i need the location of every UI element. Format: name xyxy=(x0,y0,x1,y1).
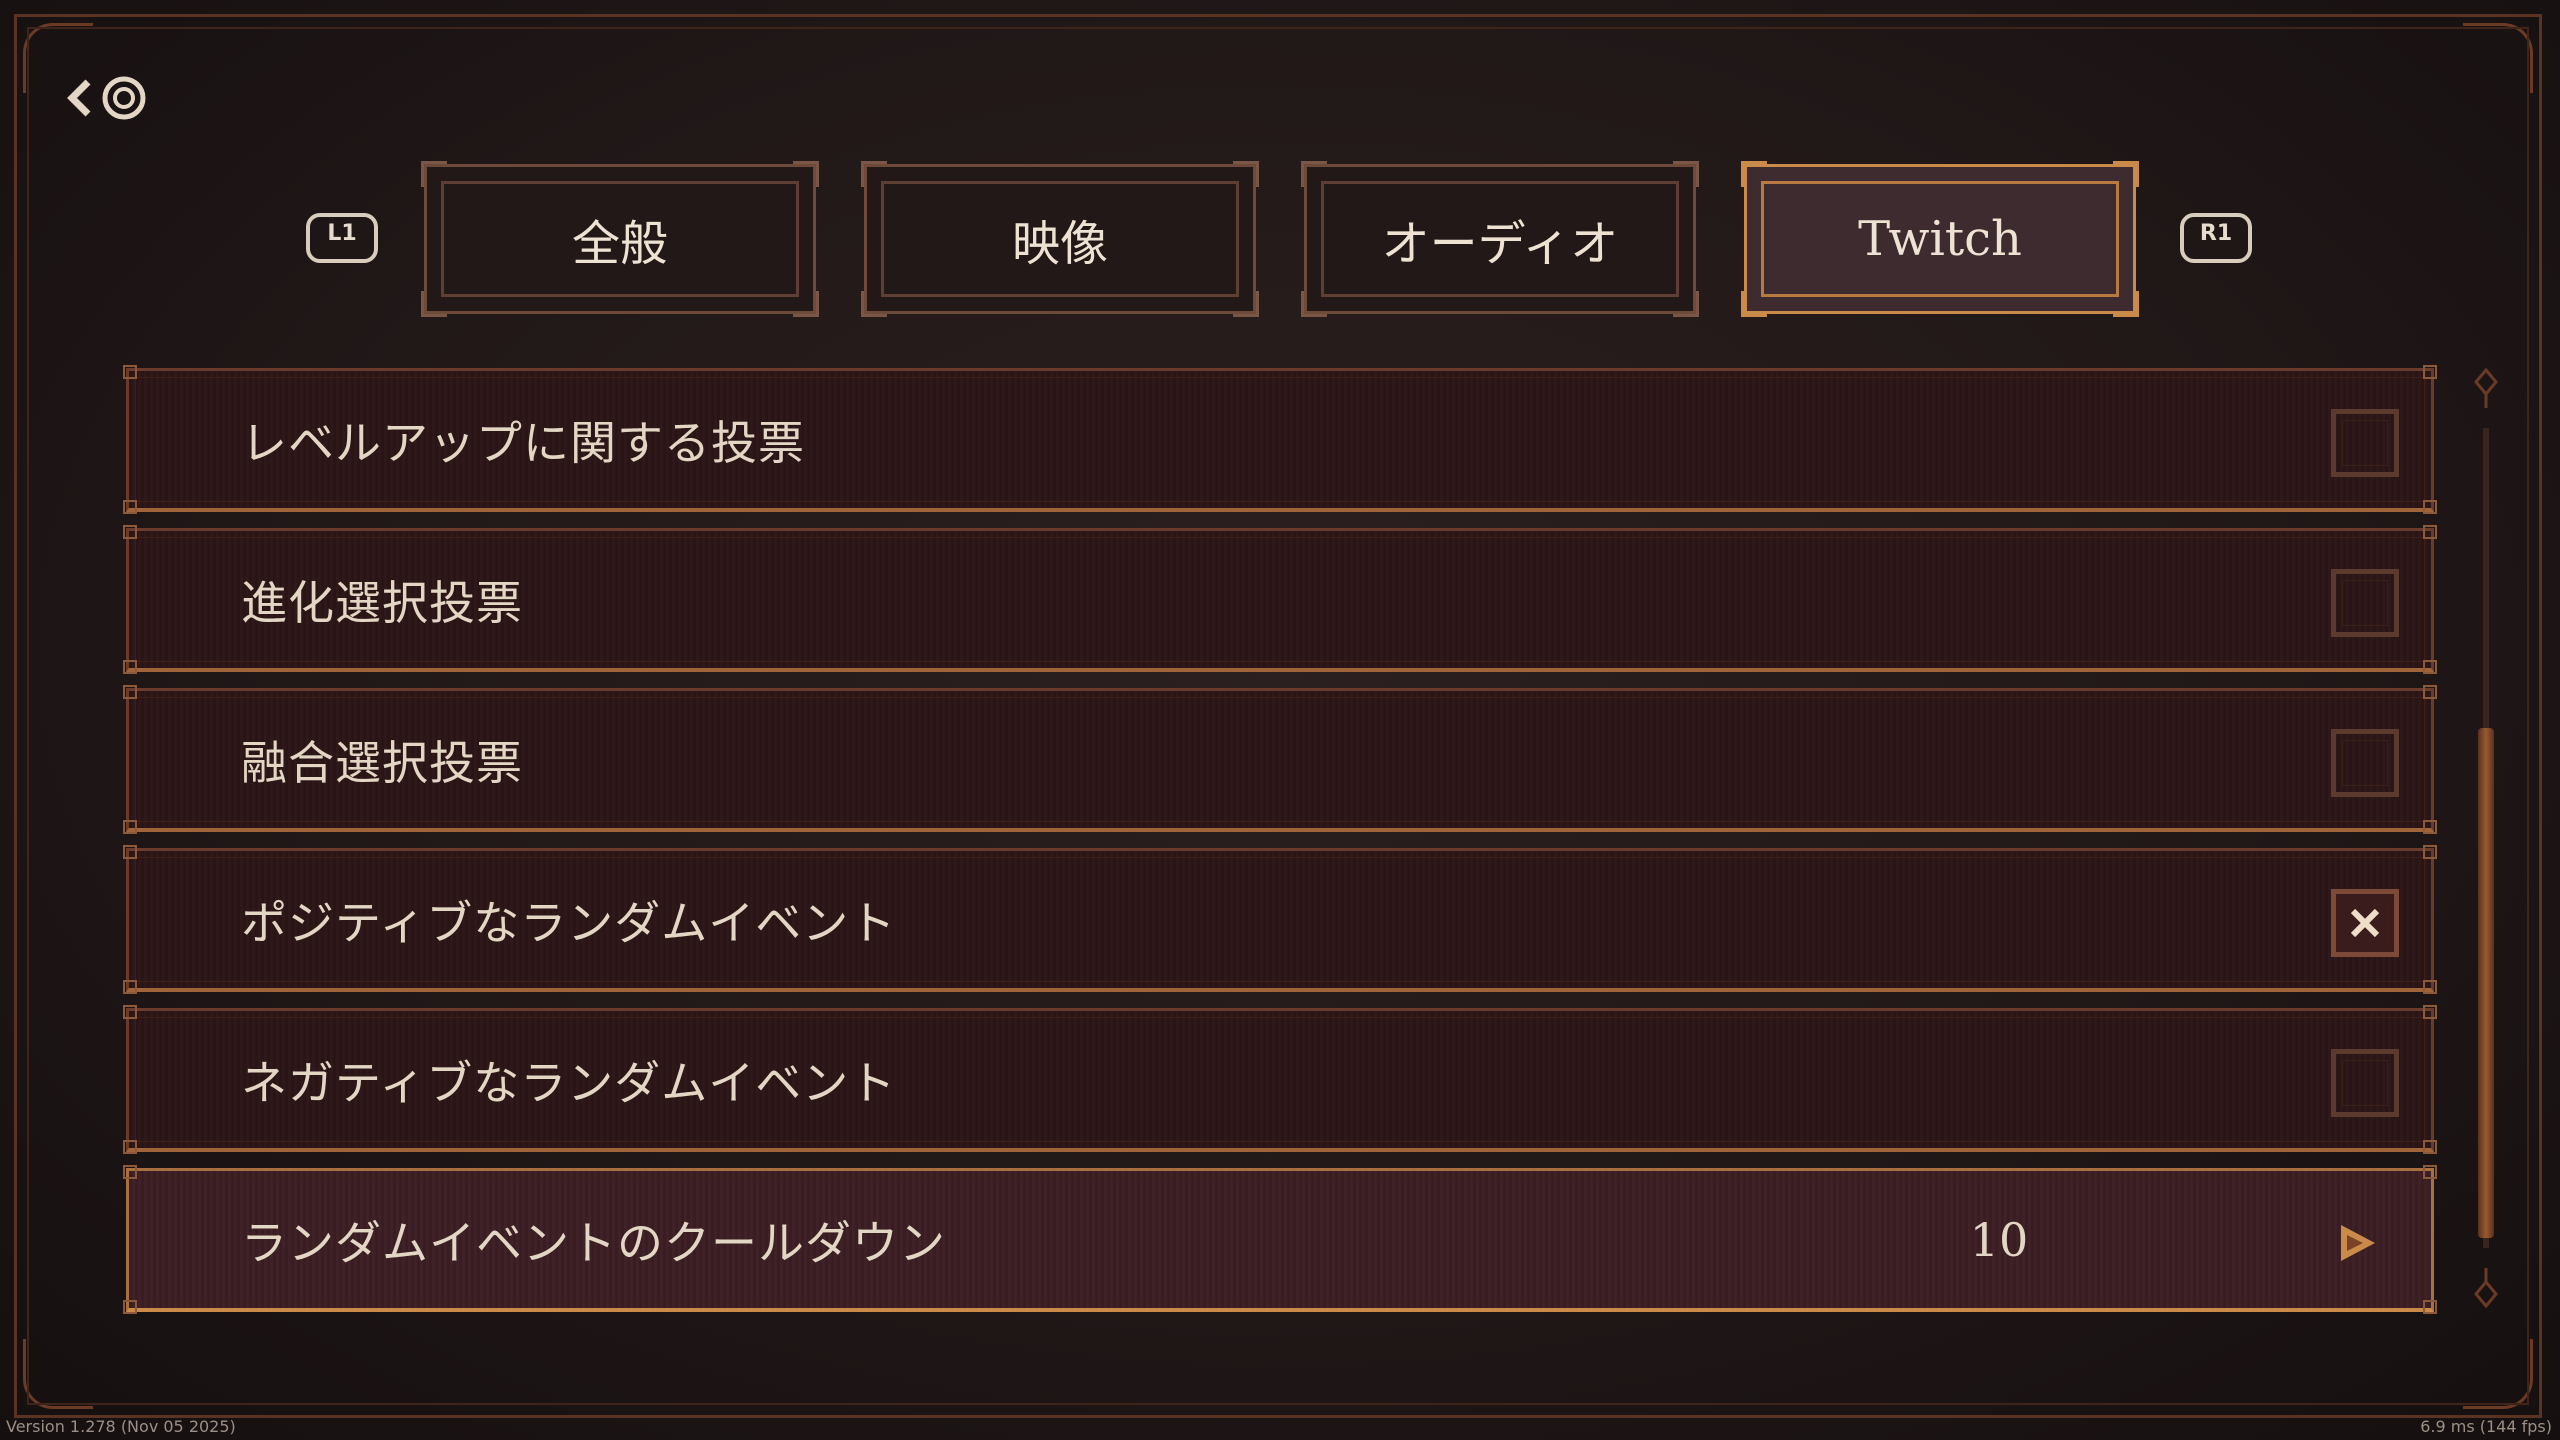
tab-label: Twitch xyxy=(1858,211,2022,267)
tab-video[interactable]: 映像 xyxy=(861,161,1259,317)
version-text: Version 1.278 (Nov 05 2025) xyxy=(6,1417,236,1436)
setting-label: ランダムイベントのクールダウン xyxy=(241,1215,946,1270)
negative-events-checkbox[interactable] xyxy=(2331,1049,2399,1117)
levelup-vote-checkbox[interactable] xyxy=(2331,409,2399,477)
back-arrow-icon xyxy=(67,79,91,117)
setting-label: 進化選択投票 xyxy=(241,575,523,630)
fusion-vote-checkbox[interactable] xyxy=(2331,729,2399,797)
back-button[interactable] xyxy=(64,70,154,126)
circle-button-icon xyxy=(102,76,146,120)
setting-label: ネガティブなランダムイベント xyxy=(241,1055,897,1110)
tab-label: 映像 xyxy=(1011,216,1108,272)
fps-counter: 6.9 ms (144 fps) xyxy=(2420,1417,2552,1436)
l1-button[interactable]: L1 xyxy=(306,213,378,263)
tab-audio[interactable]: オーディオ xyxy=(1301,161,1699,317)
setting-row-evolution-vote[interactable]: 進化選択投票 xyxy=(123,525,2437,674)
check-x-icon xyxy=(2350,908,2380,938)
tab-label: 全般 xyxy=(571,216,668,272)
scroll-thumb[interactable] xyxy=(2478,728,2494,1238)
positive-events-checkbox[interactable] xyxy=(2331,889,2399,957)
tab-twitch[interactable]: Twitch xyxy=(1741,161,2139,317)
setting-row-fusion-vote[interactable]: 融合選択投票 xyxy=(123,685,2437,834)
setting-row-event-cooldown[interactable]: ランダムイベントのクールダウン 10 xyxy=(123,1165,2437,1314)
scroll-top-ornament-icon xyxy=(2474,368,2498,408)
frame-corner xyxy=(2463,1339,2533,1409)
evolution-vote-checkbox[interactable] xyxy=(2331,569,2399,637)
settings-screen: L1 全般 映像 オーディオ Twitch R1 レベルアップに関する投票 進化… xyxy=(0,0,2560,1440)
tab-general[interactable]: 全般 xyxy=(421,161,819,317)
scrollbar[interactable] xyxy=(2474,368,2498,1316)
frame-corner xyxy=(2463,23,2533,93)
setting-row-negative-events[interactable]: ネガティブなランダムイベント xyxy=(123,1005,2437,1154)
increase-arrow-icon[interactable] xyxy=(2335,1221,2379,1265)
setting-row-positive-events[interactable]: ポジティブなランダムイベント xyxy=(123,845,2437,994)
scroll-bottom-ornament-icon xyxy=(2474,1268,2498,1308)
tab-label: オーディオ xyxy=(1381,216,1619,272)
cooldown-value: 10 xyxy=(1969,1212,2029,1267)
setting-label: 融合選択投票 xyxy=(241,735,523,790)
r1-button[interactable]: R1 xyxy=(2180,213,2252,263)
setting-label: レベルアップに関する投票 xyxy=(241,415,805,470)
setting-row-levelup-vote[interactable]: レベルアップに関する投票 xyxy=(123,365,2437,514)
frame-corner xyxy=(23,1339,93,1409)
setting-label: ポジティブなランダムイベント xyxy=(241,895,897,950)
